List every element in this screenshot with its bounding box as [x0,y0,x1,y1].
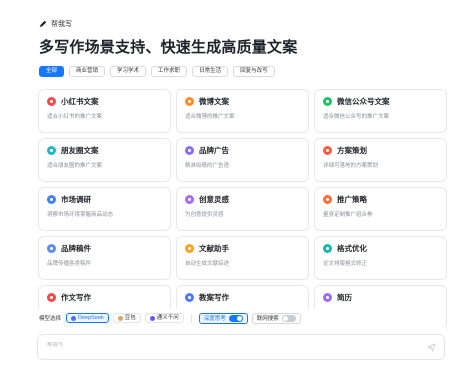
format-icon [323,244,332,253]
tab-daily-life[interactable]: 日常生活 [192,66,229,77]
card-title: 小红书文案 [61,97,99,106]
wechat-icon [323,97,332,106]
deep-think-label: 深度思考 [203,316,226,322]
weibo-icon [185,97,194,106]
card-title: 作文写作 [61,293,91,302]
card-title: 微信公众号文案 [337,97,390,106]
card-title: 创意灵感 [199,195,229,204]
deep-think-switch[interactable] [228,314,243,322]
document-icon [47,244,56,253]
card-description: 详细可落地的方案策划 [323,163,379,169]
card-description: 适合小红书的推广文案 [47,114,103,120]
card-title: 推广策略 [337,195,367,204]
xiaohongshu-icon [47,97,56,106]
lightbulb-icon [185,195,194,204]
divider [190,313,192,323]
template-card-xiaohongshu[interactable]: 小红书文案 适合小红书的推广文案 [38,89,171,133]
card-description: 为创意提供灵感 [185,212,224,218]
resume-icon [323,293,332,302]
category-tabs: 全部 商业营销 学习学术 工作求职 日常生活 回复与改写 [39,66,275,77]
card-description: 精准吸睛的广告语 [185,163,230,169]
web-search-switch[interactable] [281,314,296,322]
model-name: 豆包 [124,315,136,321]
card-description: 量身定制推广组合拳 [323,212,373,218]
template-card-wechat[interactable]: 微信公众号文案 适合微信公众号的推广文案 [314,89,447,133]
strategy-icon [323,195,332,204]
template-card-brand-ad[interactable]: 品牌广告 精准吸睛的广告语 [176,138,309,182]
essay-icon [47,293,56,302]
megaphone-icon [185,146,194,155]
template-card-plan[interactable]: 方案策划 详细可落地的方案策划 [314,138,447,182]
model-tongyi-button[interactable]: 通义千问 [144,313,184,323]
tongyi-icon [149,315,155,321]
tab-all[interactable]: 全部 [39,66,65,77]
brand: 帮我写 [39,19,72,29]
card-title: 文献助手 [199,244,229,253]
card-description: 适合微博的推广文案 [185,114,235,120]
prompt-input[interactable] [47,342,407,348]
model-deepseek-button[interactable]: DeepSeek [66,313,109,323]
page-title: 多写作场景支持、快速生成高质量文案 [39,39,298,56]
card-description: 适合朋友圈的推广文案 [47,163,103,169]
deepseek-icon [71,315,77,321]
doubao-icon [117,315,123,321]
model-doubao-button[interactable]: 豆包 [112,313,141,323]
tab-academic[interactable]: 学习学术 [110,66,147,77]
template-card-format[interactable]: 格式优化 论文排版格式修正 [314,236,447,280]
card-title: 微博文案 [199,97,229,106]
composer-toolbar: 模型选择 DeepSeek 豆包 通义千问 深度思考 联网搜索 [37,309,445,327]
model-name: 通义千问 [156,315,179,321]
book-icon [185,244,194,253]
card-description: 品牌传播各类稿件 [47,261,92,267]
template-card-creative[interactable]: 创意灵感 为创意提供灵感 [176,187,309,231]
tab-marketing[interactable]: 商业营销 [69,66,106,77]
card-title: 简历 [337,293,352,302]
template-card-brand-article[interactable]: 品牌稿件 品牌传播各类稿件 [38,236,171,280]
template-card-literature[interactable]: 文献助手 自动生成文献综述 [176,236,309,280]
template-card-market-research[interactable]: 市场调研 洞察市场环境掌握商品动态 [38,187,171,231]
composer: 模型选择 DeepSeek 豆包 通义千问 深度思考 联网搜索 [37,309,445,369]
prompt-box [37,334,445,360]
web-search-label: 联网搜索 [256,316,279,322]
card-title: 朋友圈文案 [61,146,99,155]
plan-icon [323,146,332,155]
moments-icon [47,146,56,155]
deep-think-toggle[interactable]: 深度思考 [198,312,248,324]
card-title: 品牌稿件 [61,244,91,253]
model-select-label: 模型选择 [39,316,62,322]
template-card-moments[interactable]: 朋友圈文案 适合朋友圈的推广文案 [38,138,171,182]
card-description: 自动生成文献综述 [185,261,230,267]
card-title: 教案写作 [199,293,229,302]
card-title: 格式优化 [337,244,367,253]
tab-reply-rewrite[interactable]: 回复与改写 [233,66,275,77]
card-title: 市场调研 [61,195,91,204]
tab-job[interactable]: 工作求职 [151,66,188,77]
pen-sparkle-icon [39,20,47,28]
survey-icon [47,195,56,204]
model-name: DeepSeek [78,315,104,321]
template-card-promotion[interactable]: 推广策略 量身定制推广组合拳 [314,187,447,231]
card-title: 方案策划 [337,146,367,155]
card-title: 品牌广告 [199,146,229,155]
template-grid: 小红书文案 适合小红书的推广文案 微博文案 适合微博的推广文案 微信公众号文案 … [38,89,447,329]
template-card-weibo[interactable]: 微博文案 适合微博的推广文案 [176,89,309,133]
card-description: 论文排版格式修正 [323,261,368,267]
brand-label: 帮我写 [51,21,72,28]
card-description: 洞察市场环境掌握商品动态 [47,212,114,218]
lesson-plan-icon [185,293,194,302]
card-description: 适合微信公众号的推广文案 [323,114,390,120]
send-icon[interactable] [427,343,436,352]
web-search-toggle[interactable]: 联网搜索 [251,312,301,324]
